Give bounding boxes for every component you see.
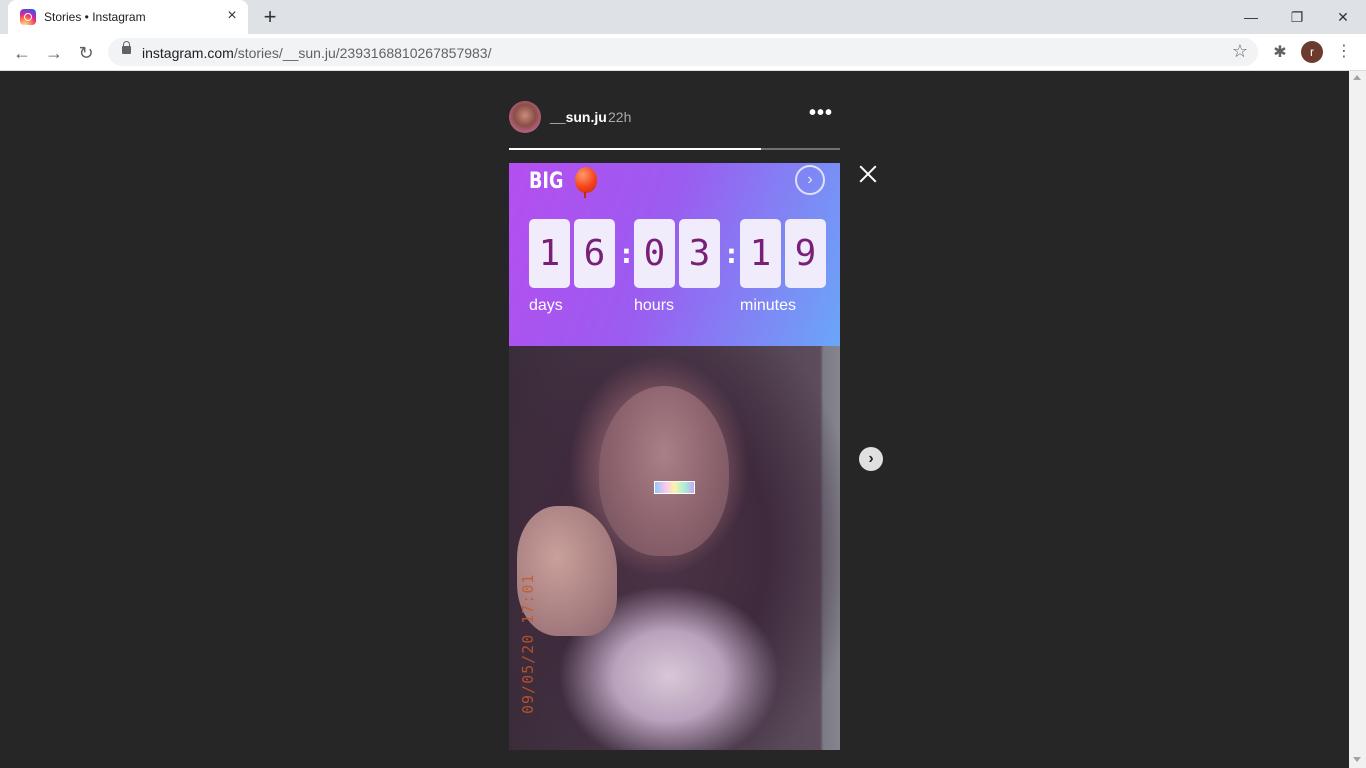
balloon-emoji-icon	[575, 167, 597, 193]
scroll-down-arrow-icon[interactable]	[1353, 757, 1361, 762]
close-story-icon[interactable]	[856, 162, 880, 186]
countdown-sticker[interactable]: BIG › 1 6 : 0 3 : 1 9 days hours minutes	[509, 163, 840, 346]
bookmark-star-icon[interactable]: ☆	[1232, 41, 1248, 62]
close-tab-icon[interactable]: ×	[224, 8, 240, 24]
tab-strip: Stories • Instagram × + — ❐ ✕	[0, 0, 1366, 34]
countdown-digit: 0	[634, 219, 675, 288]
forward-icon[interactable]: →	[41, 40, 67, 66]
back-icon[interactable]: ←	[9, 40, 35, 66]
profile-avatar[interactable]: r	[1301, 41, 1323, 63]
page-scrollbar[interactable]	[1349, 71, 1366, 768]
countdown-label-days: days	[529, 297, 563, 314]
close-window-button[interactable]: ✕	[1320, 4, 1366, 30]
countdown-label-hours: hours	[634, 297, 675, 314]
more-options-icon[interactable]: •••	[809, 103, 833, 123]
reload-icon[interactable]: ↻	[73, 40, 99, 66]
new-tab-button[interactable]: +	[258, 6, 282, 28]
story-media[interactable]: BIG › 1 6 : 0 3 : 1 9 days hours minutes…	[509, 163, 840, 750]
address-bar[interactable]: instagram.com/stories/__sun.ju/239316881…	[108, 38, 1258, 66]
minimize-window-button[interactable]: —	[1228, 4, 1274, 30]
tab-title: Stories • Instagram	[44, 10, 146, 24]
restore-window-button[interactable]: ❐	[1274, 4, 1320, 30]
countdown-digit: 1	[529, 219, 570, 288]
user-avatar[interactable]	[509, 101, 541, 133]
rainbow-sticker	[654, 481, 695, 494]
countdown-digit: 1	[740, 219, 781, 288]
url-text[interactable]: instagram.com/stories/__sun.ju/239316881…	[142, 45, 491, 61]
scroll-up-arrow-icon[interactable]	[1353, 75, 1361, 80]
story-progress-fill	[509, 148, 761, 150]
url-path: /stories/__sun.ju/2393168810267857983/	[233, 45, 492, 61]
browser-tab[interactable]: Stories • Instagram ×	[8, 0, 248, 34]
story-time-ago: 22h	[608, 109, 632, 125]
photo-face	[599, 386, 729, 556]
browser-menu-icon[interactable]: ⋮	[1336, 42, 1352, 62]
story-username[interactable]: __sun.ju	[550, 109, 607, 125]
countdown-arrow-icon[interactable]: ›	[795, 165, 825, 195]
countdown-label-minutes: minutes	[740, 297, 797, 314]
countdown-digit: 3	[679, 219, 720, 288]
countdown-digit: 6	[574, 219, 615, 288]
story-photo: 09/05/20 17:01	[509, 346, 840, 750]
story-progress-bar	[509, 148, 840, 150]
next-story-button[interactable]: ›	[859, 447, 883, 471]
countdown-title: BIG	[529, 169, 564, 194]
url-host: instagram.com	[142, 45, 234, 61]
countdown-separator: :	[618, 237, 635, 270]
photo-datestamp: 09/05/20 17:01	[519, 573, 537, 714]
browser-toolbar: ← → ↻ instagram.com/stories/__sun.ju/239…	[0, 34, 1366, 71]
countdown-digit: 9	[785, 219, 826, 288]
countdown-separator: :	[723, 237, 740, 270]
extensions-icon[interactable]: ✱	[1270, 43, 1290, 63]
balloon-string	[584, 192, 586, 198]
story-header: __sun.ju 22h •••	[509, 101, 840, 133]
lock-icon[interactable]	[122, 41, 131, 54]
instagram-favicon-icon	[20, 9, 36, 25]
